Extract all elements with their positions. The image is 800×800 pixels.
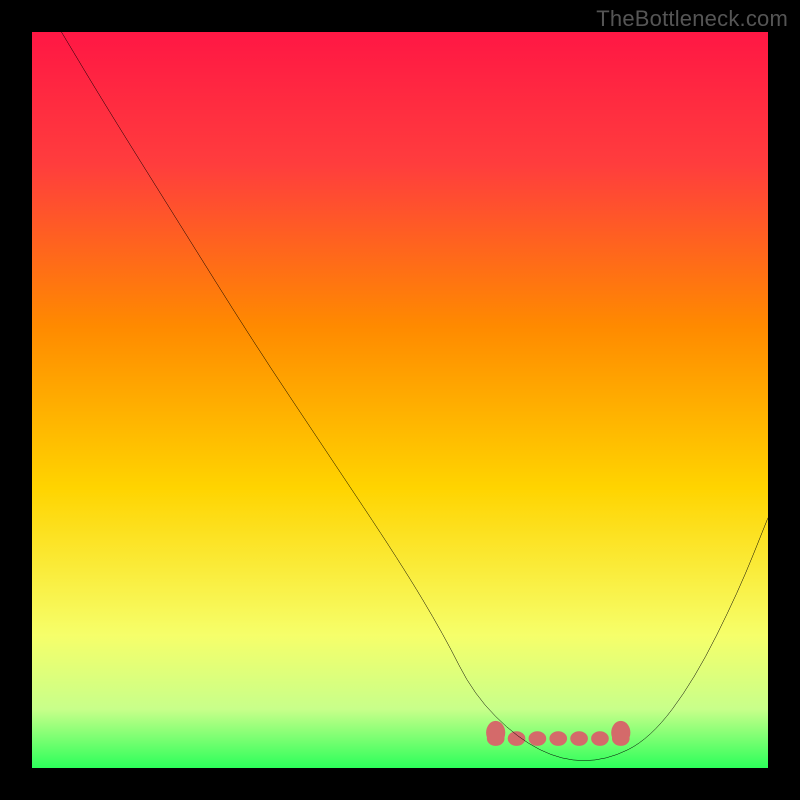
- watermark-text: TheBottleneck.com: [596, 6, 788, 32]
- chart-plot-area: [32, 32, 768, 768]
- chart-container: TheBottleneck.com: [0, 0, 800, 800]
- chart-background: [32, 32, 768, 768]
